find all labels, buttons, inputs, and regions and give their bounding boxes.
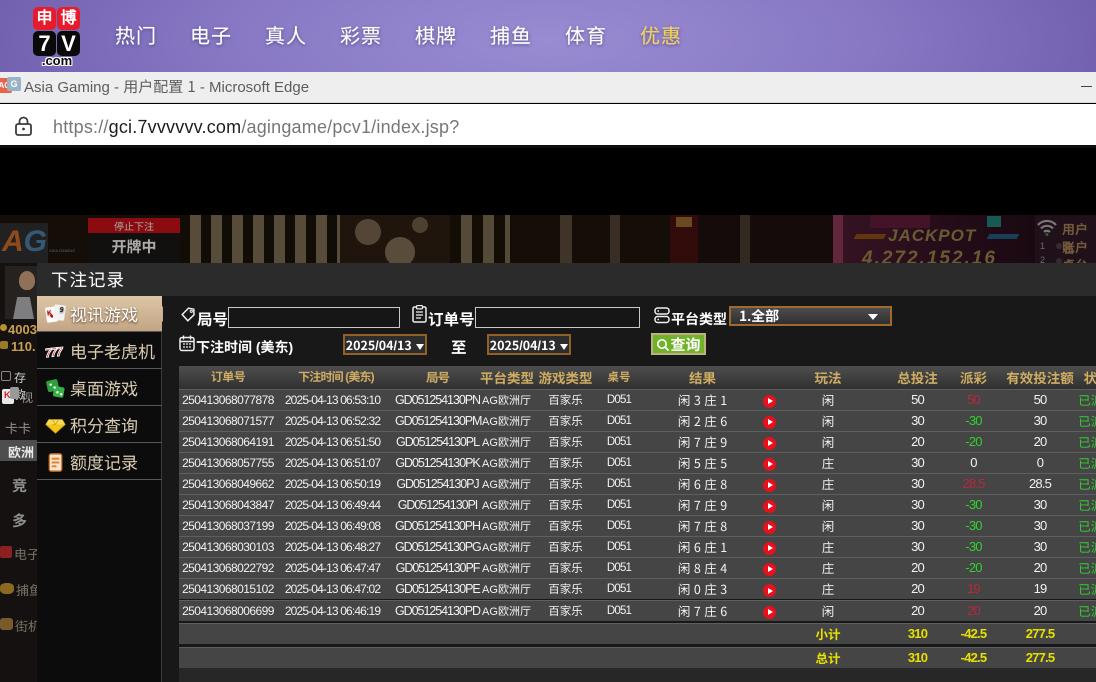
- svg-text:777: 777: [45, 344, 65, 360]
